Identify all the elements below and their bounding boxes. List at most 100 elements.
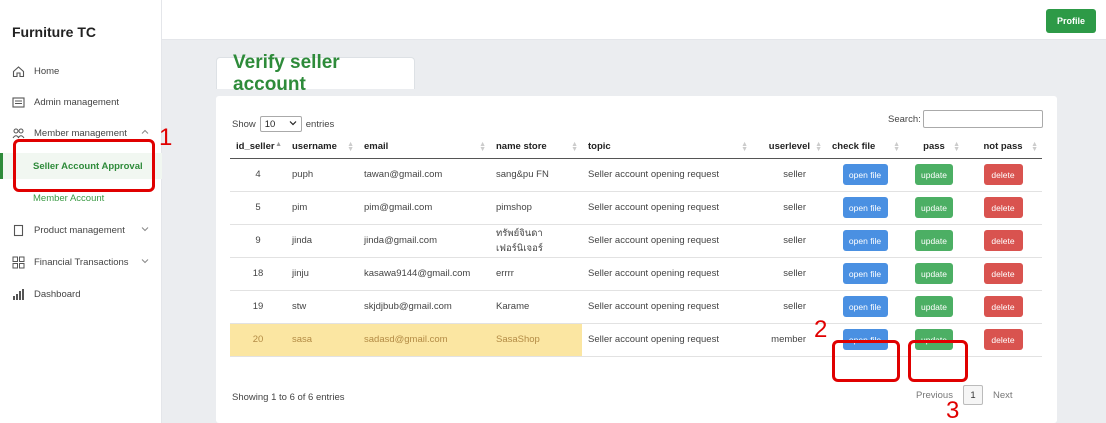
update-button[interactable]: update bbox=[915, 197, 953, 218]
header-label: topic bbox=[588, 141, 611, 153]
update-button[interactable]: update bbox=[915, 296, 953, 317]
cell-name-store: ทรัพย์จินดา เฟอร์นิเจอร์ bbox=[490, 224, 582, 258]
sidebar-item-dashboard[interactable]: Dashboard bbox=[12, 285, 158, 303]
column-header-name-store[interactable]: name store ▲ ▼ bbox=[490, 136, 582, 159]
users-icon bbox=[12, 127, 25, 140]
sort-icon: ▲ ▼ bbox=[347, 141, 354, 153]
column-header-email[interactable]: email ▲ ▼ bbox=[358, 136, 490, 159]
cell-email: pim@gmail.com bbox=[358, 191, 490, 225]
cell-username: pim bbox=[286, 191, 358, 225]
pagination: Previous 1 Next bbox=[916, 385, 1013, 405]
column-header-topic[interactable]: topic ▲ ▼ bbox=[582, 136, 752, 159]
sort-icon: ▲ ▼ bbox=[893, 141, 900, 153]
annotation-number-2: 2 bbox=[814, 316, 828, 343]
header-label: email bbox=[364, 141, 389, 153]
header-label: pass bbox=[923, 141, 945, 153]
cell-email: jinda@gmail.com bbox=[358, 224, 490, 258]
cell-topic: Seller account opening request bbox=[582, 290, 752, 324]
cell-userlevel: seller bbox=[752, 224, 826, 258]
table-row: 9 jinda jinda@gmail.com ทรัพย์จินดา เฟอร์นิ… bbox=[230, 224, 1042, 258]
cell-topic: Seller account opening request bbox=[582, 191, 752, 225]
sidebar-item-label: Dashboard bbox=[34, 288, 81, 300]
header-label: username bbox=[292, 141, 337, 153]
sidebar-item-label: Financial Transactions bbox=[34, 256, 129, 268]
entries-select[interactable]: 10 bbox=[259, 116, 302, 132]
bar-chart-icon bbox=[12, 288, 25, 301]
delete-button[interactable]: delete bbox=[983, 230, 1023, 251]
annotation-box-2 bbox=[832, 340, 900, 382]
open-file-button[interactable]: open file bbox=[842, 296, 888, 317]
column-header-not-pass[interactable]: not pass ▲ ▼ bbox=[964, 136, 1042, 159]
search-input[interactable] bbox=[923, 110, 1043, 128]
delete-button[interactable]: delete bbox=[983, 197, 1023, 218]
cell-username: puph bbox=[286, 158, 358, 192]
cell-name-store: pimshop bbox=[490, 191, 582, 225]
open-file-button[interactable]: open file bbox=[842, 197, 888, 218]
cell-name-store: Karame bbox=[490, 290, 582, 324]
cell-username: sasa bbox=[286, 323, 358, 357]
open-file-button[interactable]: open file bbox=[842, 230, 888, 251]
cell-email: skjdjbub@gmail.com bbox=[358, 290, 490, 324]
page-title: Verify seller account bbox=[216, 52, 415, 95]
grid-icon bbox=[12, 256, 25, 269]
open-file-button[interactable]: open file bbox=[842, 263, 888, 284]
column-header-username[interactable]: username ▲ ▼ bbox=[286, 136, 358, 159]
update-button[interactable]: update bbox=[915, 230, 953, 251]
sidebar-item-home[interactable]: Home bbox=[12, 62, 158, 80]
sort-icon: ▲ ▼ bbox=[815, 141, 822, 153]
home-icon bbox=[12, 65, 25, 78]
open-file-button[interactable]: open file bbox=[842, 164, 888, 185]
sidebar-item-label: Member management bbox=[34, 127, 127, 139]
sidebar-item-label: Member Account bbox=[33, 192, 105, 204]
sellers-table: id_seller ▲ username ▲ ▼ email ▲ ▼ name store… bbox=[230, 136, 1042, 357]
show-label: Show bbox=[232, 118, 256, 130]
sidebar: Furniture TC Home Admin management Membe… bbox=[0, 0, 162, 423]
sort-icon: ▲ ▼ bbox=[571, 141, 578, 153]
sidebar-item-label: Admin management bbox=[34, 96, 120, 108]
cell-id-seller: 4 bbox=[230, 158, 286, 192]
show-entries: Show 10 entries bbox=[232, 116, 334, 132]
column-header-check-file[interactable]: check file ▲ ▼ bbox=[826, 136, 904, 159]
cell-email: kasawa9144@gmail.com bbox=[358, 257, 490, 291]
chevron-down-icon bbox=[140, 224, 150, 234]
cell-topic: Seller account opening request bbox=[582, 224, 752, 258]
cell-userlevel: seller bbox=[752, 191, 826, 225]
cell-username: jinju bbox=[286, 257, 358, 291]
cell-topic: Seller account opening request bbox=[582, 257, 752, 291]
delete-button[interactable]: delete bbox=[983, 164, 1023, 185]
column-header-pass[interactable]: pass ▲ ▼ bbox=[904, 136, 964, 159]
cell-email: sadasd@gmail.com bbox=[358, 323, 490, 357]
header-label: check file bbox=[832, 141, 876, 153]
chevron-down-icon bbox=[140, 256, 150, 266]
cell-username: jinda bbox=[286, 224, 358, 258]
next-button[interactable]: Next bbox=[993, 390, 1013, 401]
entries-label: entries bbox=[305, 118, 335, 130]
column-header-userlevel[interactable]: userlevel ▲ ▼ bbox=[752, 136, 826, 159]
annotation-number-1: 1 bbox=[159, 124, 173, 151]
sort-icon: ▲ ▼ bbox=[953, 141, 960, 153]
sidebar-item-product-management[interactable]: Product management bbox=[12, 221, 158, 239]
cell-userlevel: seller bbox=[752, 257, 826, 291]
delete-button[interactable]: delete bbox=[983, 296, 1023, 317]
annotation-box-3 bbox=[908, 340, 968, 382]
delete-button[interactable]: delete bbox=[983, 329, 1023, 350]
table-row: 19 stw skjdjbub@gmail.com Karame Seller acco… bbox=[230, 290, 1042, 324]
sidebar-item-financial-transactions[interactable]: Financial Transactions bbox=[12, 253, 158, 271]
update-button[interactable]: update bbox=[915, 164, 953, 185]
top-bar: Profile bbox=[162, 0, 1106, 40]
profile-button[interactable]: Profile bbox=[1046, 9, 1096, 33]
sort-icon: ▲ ▼ bbox=[741, 141, 748, 153]
cell-email: tawan@gmail.com bbox=[358, 158, 490, 192]
delete-button[interactable]: delete bbox=[983, 263, 1023, 284]
header-label: userlevel bbox=[768, 141, 810, 153]
column-header-id-seller[interactable]: id_seller ▲ bbox=[230, 136, 286, 159]
sidebar-item-label: Product management bbox=[34, 224, 125, 236]
cell-topic: Seller account opening request bbox=[582, 158, 752, 192]
search-label: Search: bbox=[888, 114, 921, 125]
table-row: 4 puph tawan@gmail.com sang&pu FN Seller acc… bbox=[230, 158, 1042, 192]
sidebar-item-admin-management[interactable]: Admin management bbox=[12, 93, 158, 111]
chevron-down-icon bbox=[289, 119, 297, 130]
update-button[interactable]: update bbox=[915, 263, 953, 284]
cell-id-seller: 18 bbox=[230, 257, 286, 291]
page-button-current[interactable]: 1 bbox=[962, 385, 983, 405]
